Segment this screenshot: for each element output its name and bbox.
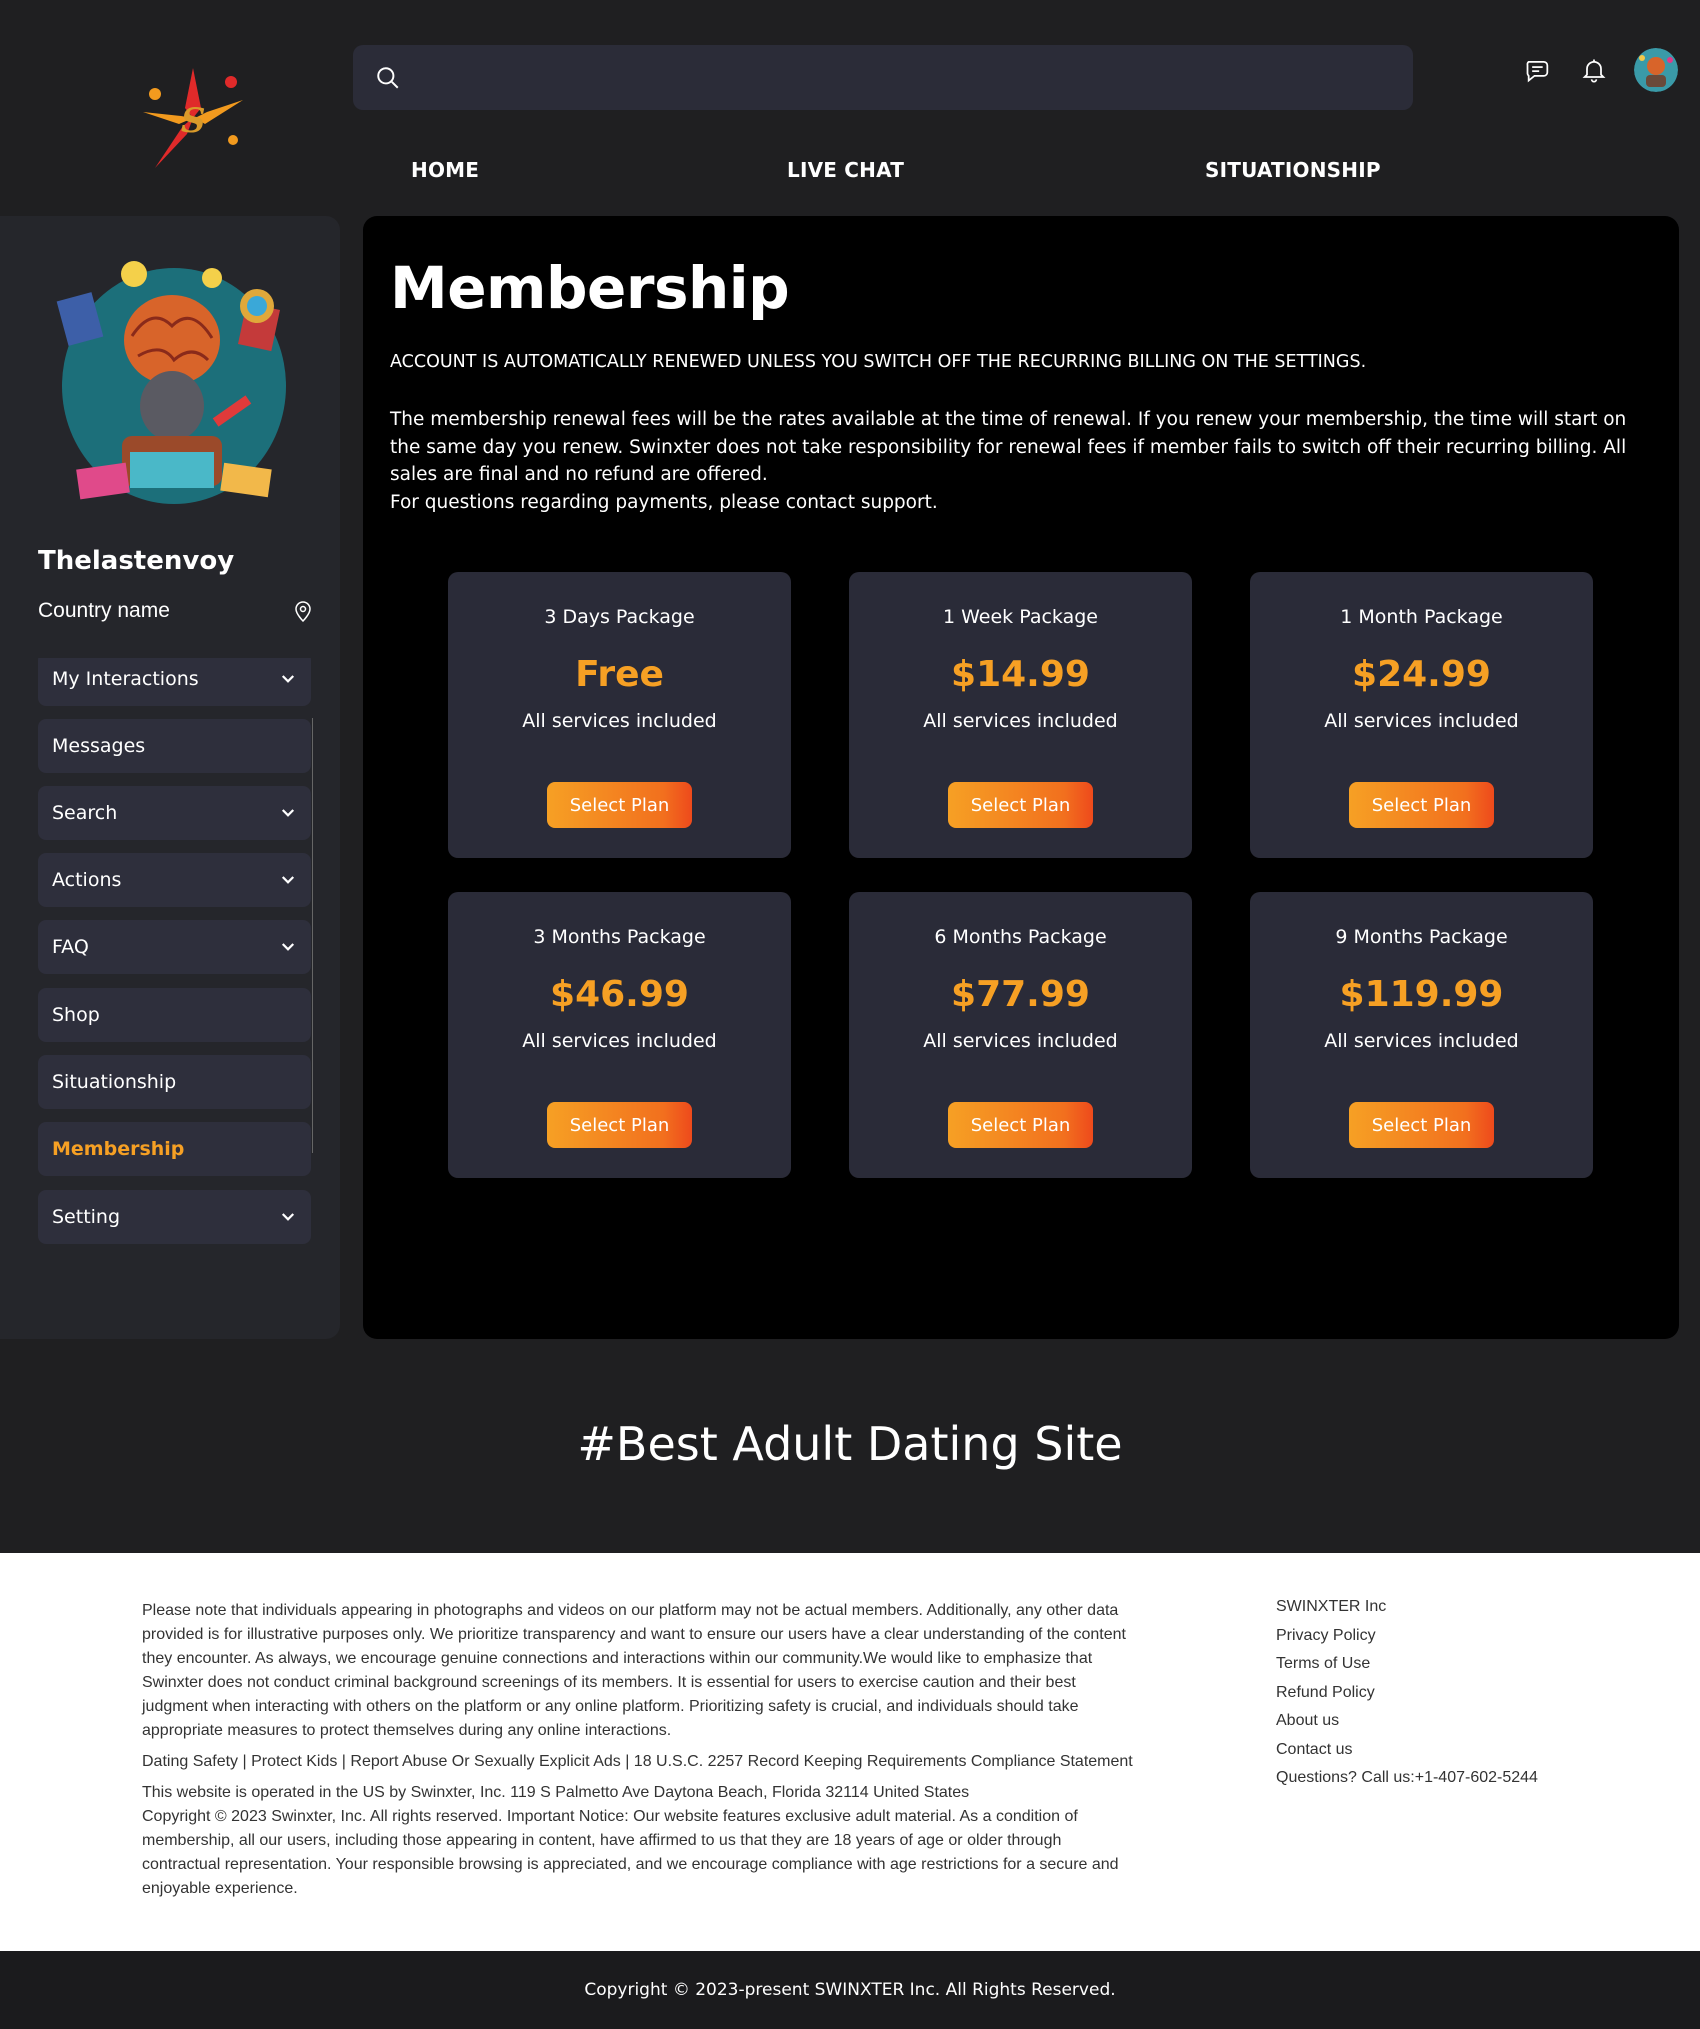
chevron-down-icon xyxy=(281,876,295,884)
footer-link-about[interactable]: About us xyxy=(1276,1707,1538,1736)
search-input[interactable] xyxy=(417,65,1413,90)
country-row: Country name xyxy=(38,599,312,623)
footer-policy-links[interactable]: Dating Safety | Protect Kids | Report Ab… xyxy=(142,1750,1142,1774)
search-bar[interactable] xyxy=(353,45,1413,110)
sidebar-menu[interactable]: My Interactions Messages Search Actions … xyxy=(38,658,313,1440)
package-name: 9 Months Package xyxy=(1335,926,1508,948)
package-card-9-months: 9 Months Package $119.99 All services in… xyxy=(1250,892,1593,1178)
nav-live-chat[interactable]: LIVE CHAT xyxy=(787,158,904,182)
renewal-notice: ACCOUNT IS AUTOMATICALLY RENEWED UNLESS … xyxy=(390,352,1367,372)
footer-links: SWINXTER Inc Privacy Policy Terms of Use… xyxy=(1276,1593,1538,1793)
footer: Please note that individuals appearing i… xyxy=(0,1553,1700,1951)
sidebar-item-situationship[interactable]: Situationship xyxy=(38,1055,311,1109)
sidebar-item-faq[interactable]: FAQ xyxy=(38,920,311,974)
chat-icon[interactable] xyxy=(1522,54,1554,86)
package-price: $46.99 xyxy=(550,974,689,1015)
footer-link-privacy[interactable]: Privacy Policy xyxy=(1276,1622,1538,1651)
header-icons xyxy=(1522,48,1678,92)
footer-text: Please note that individuals appearing i… xyxy=(142,1599,1142,1908)
package-price: Free xyxy=(575,654,664,695)
select-plan-button[interactable]: Select Plan xyxy=(547,1102,692,1148)
sidebar-item-actions[interactable]: Actions xyxy=(38,853,311,907)
location-pin-icon xyxy=(295,601,311,622)
select-plan-button[interactable]: Select Plan xyxy=(1349,782,1494,828)
username: Thelastenvoy xyxy=(38,546,235,576)
nav-home[interactable]: HOME xyxy=(411,158,479,182)
sidebar-item-membership[interactable]: Membership xyxy=(38,1122,311,1176)
footer-link-terms[interactable]: Terms of Use xyxy=(1276,1650,1538,1679)
package-name: 1 Month Package xyxy=(1340,606,1503,628)
package-price: $14.99 xyxy=(951,654,1090,695)
package-card-3-days: 3 Days Package Free All services include… xyxy=(448,572,791,858)
user-avatar[interactable] xyxy=(1634,48,1678,92)
sidebar-item-messages[interactable]: Messages xyxy=(38,719,311,773)
footer-disclaimer: Please note that individuals appearing i… xyxy=(142,1602,1126,1739)
membership-panel: Membership ACCOUNT IS AUTOMATICALLY RENE… xyxy=(363,216,1679,1339)
footer-copyright-notice: Copyright © 2023 Swinxter, Inc. All righ… xyxy=(142,1808,1119,1897)
footer-operator: This website is operated in the US by Sw… xyxy=(142,1784,970,1801)
search-icon xyxy=(377,66,399,88)
sidebar-item-label: Setting xyxy=(52,1206,121,1228)
bell-icon[interactable] xyxy=(1578,54,1610,86)
package-included: All services included xyxy=(522,710,717,732)
package-card-3-months: 3 Months Package $46.99 All services inc… xyxy=(448,892,791,1178)
sidebar-item-setting[interactable]: Setting xyxy=(38,1190,311,1244)
footer-link-refund[interactable]: Refund Policy xyxy=(1276,1679,1538,1708)
sidebar-item-label: Messages xyxy=(52,735,146,757)
package-included: All services included xyxy=(923,1030,1118,1052)
renewal-details-text: The membership renewal fees will be the … xyxy=(390,409,1627,485)
nav-situationship[interactable]: SITUATIONSHIP xyxy=(1205,158,1381,182)
select-plan-button[interactable]: Select Plan xyxy=(948,1102,1093,1148)
bottom-copyright: Copyright © 2023-present SWINXTER Inc. A… xyxy=(0,1951,1700,2029)
package-name: 6 Months Package xyxy=(934,926,1107,948)
sidebar-item-search[interactable]: Search xyxy=(38,786,311,840)
package-name: 3 Months Package xyxy=(533,926,706,948)
package-card-1-week: 1 Week Package $14.99 All services inclu… xyxy=(849,572,1192,858)
sidebar-item-shop[interactable]: Shop xyxy=(38,988,311,1042)
sidebar-item-label: Search xyxy=(52,802,118,824)
select-plan-button[interactable]: Select Plan xyxy=(1349,1102,1494,1148)
package-name: 3 Days Package xyxy=(544,606,695,628)
package-included: All services included xyxy=(923,710,1118,732)
sidebar-item-label: Shop xyxy=(52,1004,100,1026)
package-price: $24.99 xyxy=(1352,654,1491,695)
sidebar-item-label: Membership xyxy=(52,1138,185,1160)
package-included: All services included xyxy=(1324,710,1519,732)
svg-text:S: S xyxy=(181,101,206,141)
package-price: $77.99 xyxy=(951,974,1090,1015)
sidebar-item-label: My Interactions xyxy=(52,668,199,690)
package-card-6-months: 6 Months Package $77.99 All services inc… xyxy=(849,892,1192,1178)
page-title: Membership xyxy=(390,254,790,322)
package-included: All services included xyxy=(522,1030,717,1052)
renewal-details: The membership renewal fees will be the … xyxy=(390,406,1655,516)
footer-link-company[interactable]: SWINXTER Inc xyxy=(1276,1593,1538,1622)
sidebar: Thelastenvoy Country name My Interaction… xyxy=(0,216,340,1339)
package-name: 1 Week Package xyxy=(943,606,1098,628)
footer-link-contact[interactable]: Contact us xyxy=(1276,1736,1538,1765)
sidebar-scrollbar[interactable] xyxy=(312,718,313,1153)
support-note: For questions regarding payments, please… xyxy=(390,491,938,513)
chevron-down-icon xyxy=(281,675,295,683)
select-plan-button[interactable]: Select Plan xyxy=(547,782,692,828)
sidebar-item-label: Actions xyxy=(52,869,122,891)
select-plan-button[interactable]: Select Plan xyxy=(948,782,1093,828)
chevron-down-icon xyxy=(281,943,295,951)
chevron-down-icon xyxy=(281,1213,295,1221)
sidebar-item-my-interactions[interactable]: My Interactions xyxy=(38,658,311,706)
package-included: All services included xyxy=(1324,1030,1519,1052)
country-name: Country name xyxy=(38,599,170,622)
chevron-down-icon xyxy=(281,809,295,817)
package-card-1-month: 1 Month Package $24.99 All services incl… xyxy=(1250,572,1593,858)
tagline: #Best Adult Dating Site xyxy=(577,1417,1123,1471)
profile-image[interactable] xyxy=(52,256,297,516)
sidebar-item-label: Situationship xyxy=(52,1071,177,1093)
footer-link-phone[interactable]: Questions? Call us:+1-407-602-5244 xyxy=(1276,1764,1538,1793)
sidebar-item-label: FAQ xyxy=(52,936,89,958)
main-nav: HOME LIVE CHAT SITUATIONSHIP xyxy=(0,158,1700,188)
package-price: $119.99 xyxy=(1339,974,1504,1015)
